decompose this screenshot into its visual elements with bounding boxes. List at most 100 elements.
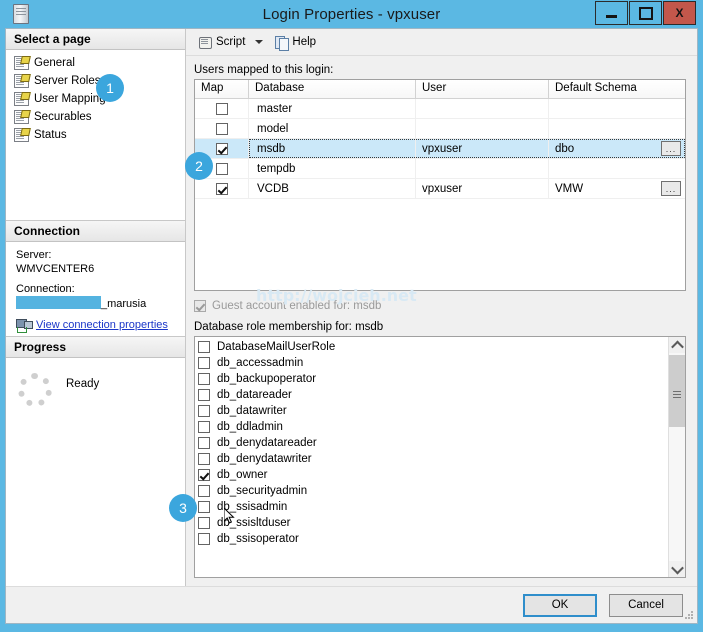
connection-label: Connection:	[16, 282, 177, 296]
list-item[interactable]: db_ssisltduser	[198, 515, 668, 531]
role-checkbox[interactable]	[198, 357, 210, 369]
role-checkbox[interactable]	[198, 373, 210, 385]
user-cell[interactable]	[416, 159, 549, 178]
role-label: db_owner	[217, 469, 268, 481]
right-pane: Script Help Users mapped to this login: …	[186, 29, 697, 586]
database-cell[interactable]: msdb	[249, 139, 416, 158]
list-item[interactable]: db_denydatawriter	[198, 451, 668, 467]
scroll-up-button[interactable]	[669, 337, 685, 353]
column-header-user[interactable]: User	[416, 80, 549, 98]
list-item[interactable]: DatabaseMailUserRole	[198, 339, 668, 355]
step-badge-2: 2	[185, 152, 213, 180]
view-connection-properties-link[interactable]: View connection properties	[36, 318, 168, 332]
map-checkbox-cell[interactable]	[195, 99, 249, 118]
connection-user-suffix: _marusia	[101, 298, 146, 310]
table-row[interactable]: VCDB vpxuser VMW ...	[195, 179, 685, 199]
close-button[interactable]: X	[663, 1, 696, 25]
resize-grip[interactable]	[684, 611, 694, 621]
database-cell[interactable]: tempdb	[249, 159, 416, 178]
sidebar-item-label: Securables	[29, 111, 92, 123]
minimize-button[interactable]	[595, 1, 628, 25]
list-item[interactable]: db_ssisadmin	[198, 499, 668, 515]
list-item[interactable]: db_datawriter	[198, 403, 668, 419]
database-cell[interactable]: model	[249, 119, 416, 138]
map-checkbox-cell[interactable]	[195, 179, 249, 198]
sidebar-item-status[interactable]: Status	[12, 126, 185, 144]
database-cell[interactable]: VCDB	[249, 179, 416, 198]
list-item[interactable]: db_backupoperator	[198, 371, 668, 387]
user-cell[interactable]: vpxuser	[416, 139, 549, 158]
role-checkbox[interactable]	[198, 437, 210, 449]
user-cell[interactable]: vpxuser	[416, 179, 549, 198]
database-cell[interactable]: master	[249, 99, 416, 118]
chevron-down-icon	[671, 561, 684, 574]
column-header-default-schema[interactable]: Default Schema	[549, 80, 685, 98]
role-checkbox[interactable]	[198, 485, 210, 497]
left-pane: Select a page General Server Roles User …	[6, 29, 186, 586]
chevron-down-icon[interactable]	[255, 40, 263, 44]
map-checkbox[interactable]	[216, 183, 228, 195]
map-checkbox[interactable]	[216, 103, 228, 115]
list-item[interactable]: db_denydatareader	[198, 435, 668, 451]
scroll-down-button[interactable]	[669, 561, 685, 577]
role-label: db_backupoperator	[217, 373, 316, 385]
role-checkbox[interactable]	[198, 501, 210, 513]
maximize-button[interactable]	[629, 1, 662, 25]
role-checkbox[interactable]	[198, 421, 210, 433]
list-item[interactable]: db_ddladmin	[198, 419, 668, 435]
scrollbar-thumb[interactable]	[669, 355, 685, 427]
progress-status: Ready	[66, 378, 99, 390]
page-icon	[14, 110, 29, 124]
role-label: db_datareader	[217, 389, 292, 401]
role-checkbox[interactable]	[198, 389, 210, 401]
list-item[interactable]: db_ssisoperator	[198, 531, 668, 547]
role-checkbox[interactable]	[198, 469, 210, 481]
role-checkbox[interactable]	[198, 341, 210, 353]
role-checkbox[interactable]	[198, 533, 210, 545]
users-mapped-grid[interactable]: Map Database User Default Schema master	[194, 79, 686, 291]
script-button[interactable]: Script	[194, 32, 249, 52]
sidebar-item-label: Server Roles	[29, 75, 100, 87]
connection-user-value: _marusia	[16, 296, 177, 311]
role-label: db_ssisoperator	[217, 533, 299, 545]
column-header-map[interactable]: Map	[195, 80, 249, 98]
user-cell[interactable]	[416, 119, 549, 138]
view-connection-properties-row[interactable]: View connection properties	[16, 318, 177, 332]
map-checkbox[interactable]	[216, 163, 228, 175]
browse-schema-button[interactable]: ...	[661, 141, 681, 156]
table-row[interactable]: model	[195, 119, 685, 139]
table-row[interactable]: master	[195, 99, 685, 119]
role-label: db_datawriter	[217, 405, 287, 417]
list-item[interactable]: db_accessadmin	[198, 355, 668, 371]
schema-cell[interactable]	[549, 119, 685, 138]
role-membership-listbox[interactable]: DatabaseMailUserRole db_accessadmin db_b…	[194, 336, 686, 578]
sidebar-item-general[interactable]: General	[12, 54, 185, 72]
sidebar-item-label: General	[29, 57, 75, 69]
ok-button[interactable]: OK	[523, 594, 597, 617]
schema-cell[interactable]	[549, 159, 685, 178]
map-checkbox[interactable]	[216, 123, 228, 135]
role-checkbox[interactable]	[198, 405, 210, 417]
column-header-database[interactable]: Database	[249, 80, 416, 98]
dialog-client-area: Select a page General Server Roles User …	[5, 28, 698, 624]
step-badge-1: 1	[96, 74, 124, 102]
scrollbar-track[interactable]	[669, 353, 685, 561]
help-button[interactable]: Help	[271, 32, 320, 52]
map-checkbox[interactable]	[216, 143, 228, 155]
role-checkbox[interactable]	[198, 517, 210, 529]
list-item[interactable]: db_datareader	[198, 387, 668, 403]
schema-cell[interactable]	[549, 99, 685, 118]
table-row[interactable]: tempdb	[195, 159, 685, 179]
browse-schema-button[interactable]: ...	[661, 181, 681, 196]
sidebar-item-securables[interactable]: Securables	[12, 108, 185, 126]
cancel-button[interactable]: Cancel	[609, 594, 683, 617]
user-cell[interactable]	[416, 99, 549, 118]
scrollbar-vertical[interactable]	[668, 337, 685, 577]
role-checkbox[interactable]	[198, 453, 210, 465]
page-list: General Server Roles User Mapping Secura…	[6, 50, 185, 220]
list-item[interactable]: db_owner	[198, 467, 668, 483]
role-label: db_ddladmin	[217, 421, 283, 433]
list-item[interactable]: db_securityadmin	[198, 483, 668, 499]
map-checkbox-cell[interactable]	[195, 119, 249, 138]
table-row[interactable]: msdb vpxuser dbo ...	[195, 139, 685, 159]
